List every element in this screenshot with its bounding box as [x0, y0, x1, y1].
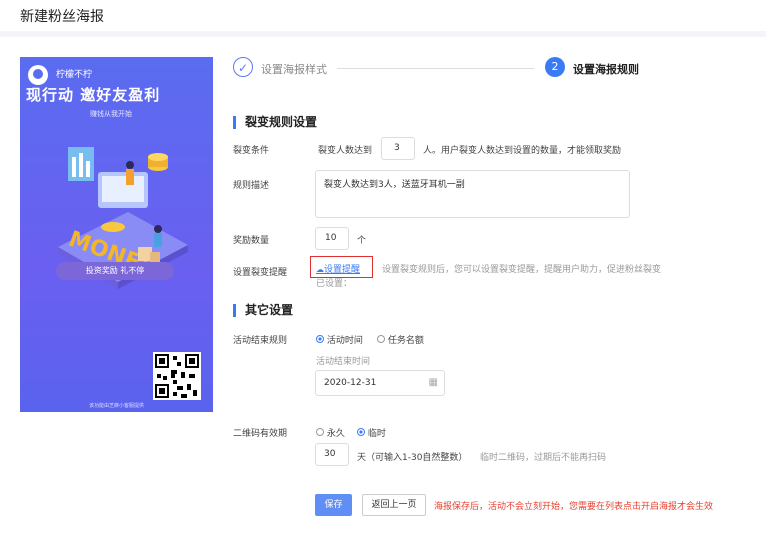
reward-count-input[interactable]: 10 [315, 227, 349, 250]
end-rule-option-quota-label: 任务名额 [387, 336, 424, 346]
condition-count-input[interactable]: 3 [381, 137, 415, 160]
qr-days-unit: 天（可输入1-30自然整数） [357, 453, 468, 463]
qr-option-permanent-label: 永久 [326, 429, 345, 439]
qr-days-hint: 临时二维码，过期后不能再扫码 [480, 453, 607, 463]
save-button[interactable]: 保存 [315, 494, 352, 516]
step-1-label: 设置海报样式 [261, 63, 327, 76]
poster-headline: 现行动 邀好友盈利 [26, 86, 161, 104]
condition-prefix: 裂变人数达到 [318, 146, 373, 156]
set-reminder-link[interactable]: ☁设置提醒 [316, 262, 360, 275]
save-warning: 海报保存后，活动不会立刻开始，您需要在列表点击开启海报才会生效 [434, 502, 714, 512]
reminder-hint: 设置裂变规则后，您可以设置裂变提醒，提醒用户助力，促进粉丝裂变 [382, 265, 662, 275]
qr-days-input[interactable]: 30 [315, 443, 349, 466]
end-time-label: 活动结束时间 [316, 357, 371, 367]
reward-unit: 个 [357, 236, 367, 246]
poster-illustration: MONEY [58, 147, 188, 289]
reminder-status: 已设置： [316, 279, 353, 289]
radio-unchecked-icon [377, 335, 385, 343]
qr-option-temporary-label: 临时 [367, 429, 386, 439]
calendar-icon: ▦ [428, 377, 438, 388]
end-rule-option-time-label: 活动时间 [326, 336, 363, 346]
poster-brand: 柠檬不柠 [56, 70, 93, 80]
qr-code-icon [153, 352, 201, 400]
page-title: 新建粉丝海报 [20, 9, 104, 25]
end-rule-label: 活动结束规则 [233, 336, 288, 346]
reward-label: 奖励数量 [233, 236, 270, 246]
condition-suffix: 人。用户裂变人数达到设置的数量，才能领取奖励 [423, 146, 622, 156]
end-rule-option-quota[interactable]: 任务名额 [377, 333, 424, 346]
radio-unchecked-icon [316, 428, 324, 436]
other-section-title: 其它设置 [233, 304, 293, 317]
qr-option-temporary[interactable]: 临时 [357, 426, 386, 439]
end-date-picker[interactable]: 2020-12-31 ▦ [315, 370, 445, 396]
radio-checked-icon [357, 428, 365, 436]
desc-label: 规则描述 [233, 181, 270, 191]
step-1-done-icon: ✓ [233, 57, 253, 77]
condition-label: 裂变条件 [233, 146, 270, 156]
end-rule-option-time[interactable]: 活动时间 [316, 333, 363, 346]
step-2-label: 设置海报规则 [573, 63, 639, 76]
cloud-icon: ☁ [316, 265, 324, 274]
fission-section-title: 裂变规则设置 [233, 116, 317, 129]
qr-validity-label: 二维码有效期 [233, 429, 288, 439]
step-connector [337, 68, 534, 69]
step-2-number: 2 [545, 57, 565, 77]
poster-subline: 赚钱从我开始 [90, 110, 132, 118]
header-divider [0, 31, 766, 37]
end-date-value: 2020-12-31 [324, 378, 377, 388]
poster-footer: 该功能由芝麻小客服提供 [88, 403, 144, 409]
poster-cta-pill: 投资奖励 礼不停 [56, 262, 174, 280]
poster-preview: 柠檬不柠 现行动 邀好友盈利 赚钱从我开始 MONEY 投资奖励 礼不停 该功能… [20, 57, 213, 412]
rule-description-textarea[interactable]: 裂变人数达到3人，送蓝牙耳机一副 [315, 170, 630, 218]
reminder-label: 设置裂变提醒 [233, 268, 288, 278]
poster-logo-icon [28, 65, 48, 85]
back-button[interactable]: 返回上一页 [362, 494, 426, 516]
radio-checked-icon [316, 335, 324, 343]
qr-option-permanent[interactable]: 永久 [316, 426, 345, 439]
set-reminder-text: 设置提醒 [324, 265, 361, 275]
